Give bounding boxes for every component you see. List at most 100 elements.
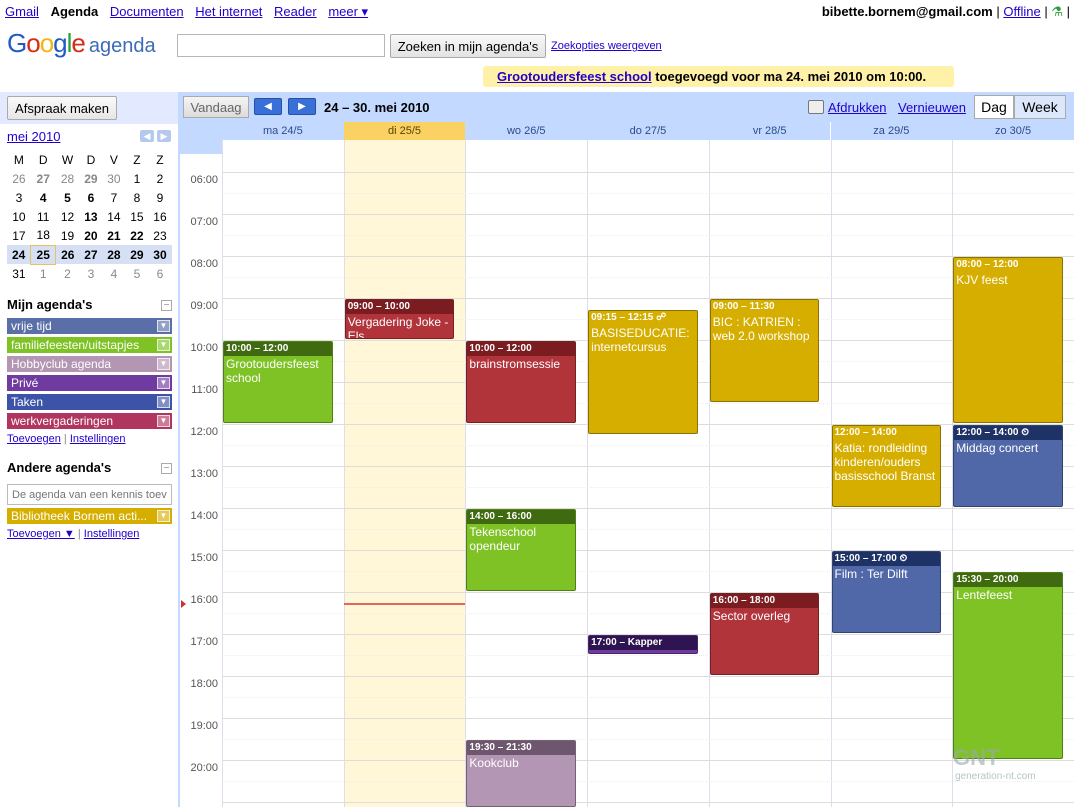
notification-event-link[interactable]: Grootoudersfeest school [497, 69, 652, 84]
all-day-cell[interactable] [343, 140, 466, 154]
mini-day[interactable]: 6 [148, 264, 171, 283]
mini-day[interactable]: 29 [79, 169, 102, 188]
event-block[interactable]: 15:30 – 20:00 Lentefeest [953, 572, 1063, 759]
search-options-link[interactable]: Zoekopties weergeven [551, 40, 662, 52]
all-day-cell[interactable] [708, 140, 831, 154]
print-link[interactable]: Afdrukken [828, 100, 887, 115]
event-block[interactable]: 10:00 – 12:00 brainstromsessie [466, 341, 577, 423]
event-block[interactable]: 14:00 – 16:00 Tekenschool opendeur [466, 509, 577, 591]
event-block[interactable]: 17:00 – Kapper [588, 635, 698, 654]
mini-day[interactable]: 23 [148, 226, 171, 245]
mini-day[interactable]: 6 [79, 188, 102, 207]
mini-day[interactable]: 9 [148, 188, 171, 207]
nav-gmail[interactable]: Gmail [5, 4, 39, 19]
nav-agenda[interactable]: Agenda [51, 4, 99, 19]
mini-day[interactable]: 5 [125, 264, 148, 283]
mini-day[interactable]: 21 [102, 226, 125, 245]
my-calendars-title[interactable]: Mijn agenda's [7, 297, 92, 312]
event-block[interactable]: 12:00 – 14:00 ⏲ Middag concert [953, 425, 1063, 507]
labs-flask-icon[interactable]: ⚗ [1051, 4, 1063, 19]
event-block[interactable]: 15:00 – 17:00 ⏲ Film : Ter Dilft [831, 551, 942, 633]
dropdown-arrow-icon[interactable]: ▼ [157, 320, 170, 332]
mini-day[interactable]: 11 [31, 207, 56, 226]
mini-day[interactable]: 7 [102, 188, 125, 207]
day-header[interactable]: vr 28/5 [708, 122, 831, 140]
mini-day[interactable]: 8 [125, 188, 148, 207]
mini-day[interactable]: 3 [79, 264, 102, 283]
search-input[interactable] [177, 34, 385, 57]
mini-day[interactable]: 17 [7, 226, 31, 245]
printer-icon[interactable] [808, 100, 824, 114]
all-day-cell[interactable] [830, 140, 953, 154]
calendar-item[interactable]: Taken ▼ [7, 394, 172, 410]
day-header[interactable]: do 27/5 [587, 122, 709, 140]
create-event-button[interactable]: Afspraak maken [7, 96, 117, 120]
event-block[interactable]: 08:00 – 12:00 KJV feest [953, 257, 1063, 423]
mini-prev-icon[interactable]: ◀ [140, 130, 154, 142]
mini-day[interactable]: 2 [56, 264, 80, 283]
mini-day[interactable]: 20 [79, 226, 102, 245]
day-header[interactable]: di 25/5 [343, 122, 466, 140]
mini-day[interactable]: 26 [55, 245, 80, 264]
mini-day-today[interactable]: 25 [30, 244, 57, 265]
tab-week[interactable]: Week [1014, 95, 1066, 119]
mini-day[interactable]: 1 [125, 169, 148, 188]
other-calendar-item[interactable]: Bibliotheek Bornem acti... ▼ [7, 508, 172, 524]
mini-day[interactable]: 16 [148, 207, 171, 226]
all-day-cell[interactable] [952, 140, 1074, 154]
offline-link[interactable]: Offline [1003, 4, 1040, 19]
mini-day[interactable]: 1 [31, 264, 56, 283]
week-grid[interactable]: 06:00 07:00 08:00 09:00 10:00 11:00 12:00 13:00… [180, 154, 1074, 807]
dropdown-arrow-icon[interactable]: ▼ [157, 339, 170, 351]
next-week-icon[interactable]: ▶ [288, 98, 316, 115]
mini-day[interactable]: 5 [56, 188, 80, 207]
prev-week-icon[interactable]: ◀ [254, 98, 282, 115]
all-day-cell[interactable] [222, 140, 344, 154]
day-header[interactable]: zo 30/5 [952, 122, 1074, 140]
search-button[interactable]: Zoeken in mijn agenda's [390, 34, 546, 58]
nav-het-internet[interactable]: Het internet [195, 4, 262, 19]
event-block[interactable]: 16:00 – 18:00 Sector overleg [709, 593, 820, 675]
mini-day[interactable]: 3 [7, 188, 31, 207]
dropdown-arrow-icon[interactable]: ▼ [157, 377, 170, 389]
collapse-icon[interactable]: − [161, 463, 172, 474]
mini-day[interactable]: 4 [102, 264, 125, 283]
mini-day[interactable]: 26 [7, 169, 31, 188]
dropdown-arrow-icon[interactable]: ▼ [157, 358, 170, 370]
tab-day[interactable]: Dag [974, 95, 1014, 119]
mini-day[interactable]: 15 [125, 207, 148, 226]
mini-day[interactable]: 14 [102, 207, 125, 226]
mini-day[interactable]: 30 [148, 245, 172, 264]
calendar-item[interactable]: werkvergaderingen ▼ [7, 413, 172, 429]
day-header[interactable]: za 29/5 [830, 122, 953, 140]
calendar-item[interactable]: Hobbyclub agenda ▼ [7, 356, 172, 372]
mini-calendar-title[interactable]: mei 2010 [7, 129, 60, 144]
event-block[interactable]: 10:00 – 12:00 Grootoudersfeest school [223, 341, 333, 423]
mini-day[interactable]: 2 [148, 169, 171, 188]
mini-day[interactable]: 13 [79, 207, 102, 226]
mini-day[interactable]: 27 [79, 245, 103, 264]
calendar-item[interactable]: Privé ▼ [7, 375, 172, 391]
mini-day[interactable]: 28 [56, 169, 80, 188]
mini-day[interactable]: 24 [7, 245, 31, 264]
add-other-calendar-link[interactable]: Toevoegen ▼ [7, 528, 75, 540]
all-day-cell[interactable] [465, 140, 587, 154]
refresh-link[interactable]: Vernieuwen [898, 100, 966, 115]
event-block[interactable]: 12:00 – 14:00 Katia: rondleiding kinderen… [831, 425, 942, 507]
day-header[interactable]: ma 24/5 [222, 122, 344, 140]
mini-next-icon[interactable]: ▶ [157, 130, 171, 142]
add-calendar-link[interactable]: Toevoegen [7, 433, 61, 445]
event-block[interactable]: 09:00 – 10:00 Vergadering Joke - Els [344, 299, 455, 339]
dropdown-arrow-icon[interactable]: ▼ [157, 510, 170, 522]
mini-day[interactable]: 30 [102, 169, 125, 188]
friend-calendar-input[interactable] [7, 484, 172, 505]
all-day-cell[interactable] [587, 140, 709, 154]
calendar-item[interactable]: familiefeesten/uitstapjes ▼ [7, 337, 172, 353]
other-calendars-title[interactable]: Andere agenda's [7, 460, 111, 475]
event-block[interactable]: 09:00 – 11:30 BIC : KATRIEN : web 2.0 wor… [709, 299, 820, 402]
google-agenda-logo[interactable]: Google agenda [7, 28, 156, 59]
mini-day[interactable]: 19 [56, 226, 80, 245]
event-block[interactable]: 09:15 – 12:15 ☍ BASISEDUCATIE: internetcu… [588, 309, 698, 434]
day-header[interactable]: wo 26/5 [465, 122, 588, 140]
dropdown-arrow-icon[interactable]: ▼ [157, 396, 170, 408]
